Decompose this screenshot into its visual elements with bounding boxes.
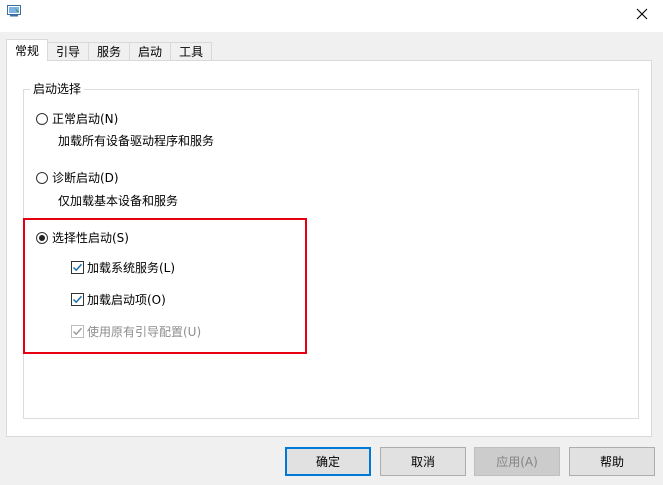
system-config-app-icon <box>7 5 21 17</box>
tab-tools[interactable]: 工具 <box>170 42 213 61</box>
ok-button[interactable]: 确定 <box>285 447 371 476</box>
tab-services[interactable]: 服务 <box>88 42 131 61</box>
close-icon <box>636 8 648 20</box>
tab-general[interactable]: 常规 <box>6 39 49 61</box>
group-title: 启动选择 <box>30 81 85 97</box>
help-button[interactable]: 帮助 <box>569 447 655 476</box>
normal-startup-radio[interactable]: 正常启动(N) <box>36 110 118 127</box>
title-bar <box>0 0 663 32</box>
normal-startup-description: 加载所有设备驱动程序和服务 <box>58 134 215 148</box>
diagnostic-startup-label: 诊断启动(D) <box>52 171 119 185</box>
normal-startup-label: 正常启动(N) <box>52 112 119 126</box>
radio-unchecked-icon <box>36 171 48 184</box>
diagnostic-startup-radio[interactable]: 诊断启动(D) <box>36 169 119 186</box>
apply-button: 应用(A) <box>474 447 560 476</box>
tab-startup[interactable]: 启动 <box>129 42 172 61</box>
radio-unchecked-icon <box>36 112 48 125</box>
cancel-button[interactable]: 取消 <box>380 447 466 476</box>
close-button[interactable] <box>629 3 655 25</box>
highlight-annotation-box <box>23 218 307 354</box>
tab-boot[interactable]: 引导 <box>47 42 90 61</box>
tab-strip: 常规 引导 服务 启动 工具 <box>6 39 213 61</box>
diagnostic-startup-description: 仅加载基本设备和服务 <box>58 194 179 208</box>
